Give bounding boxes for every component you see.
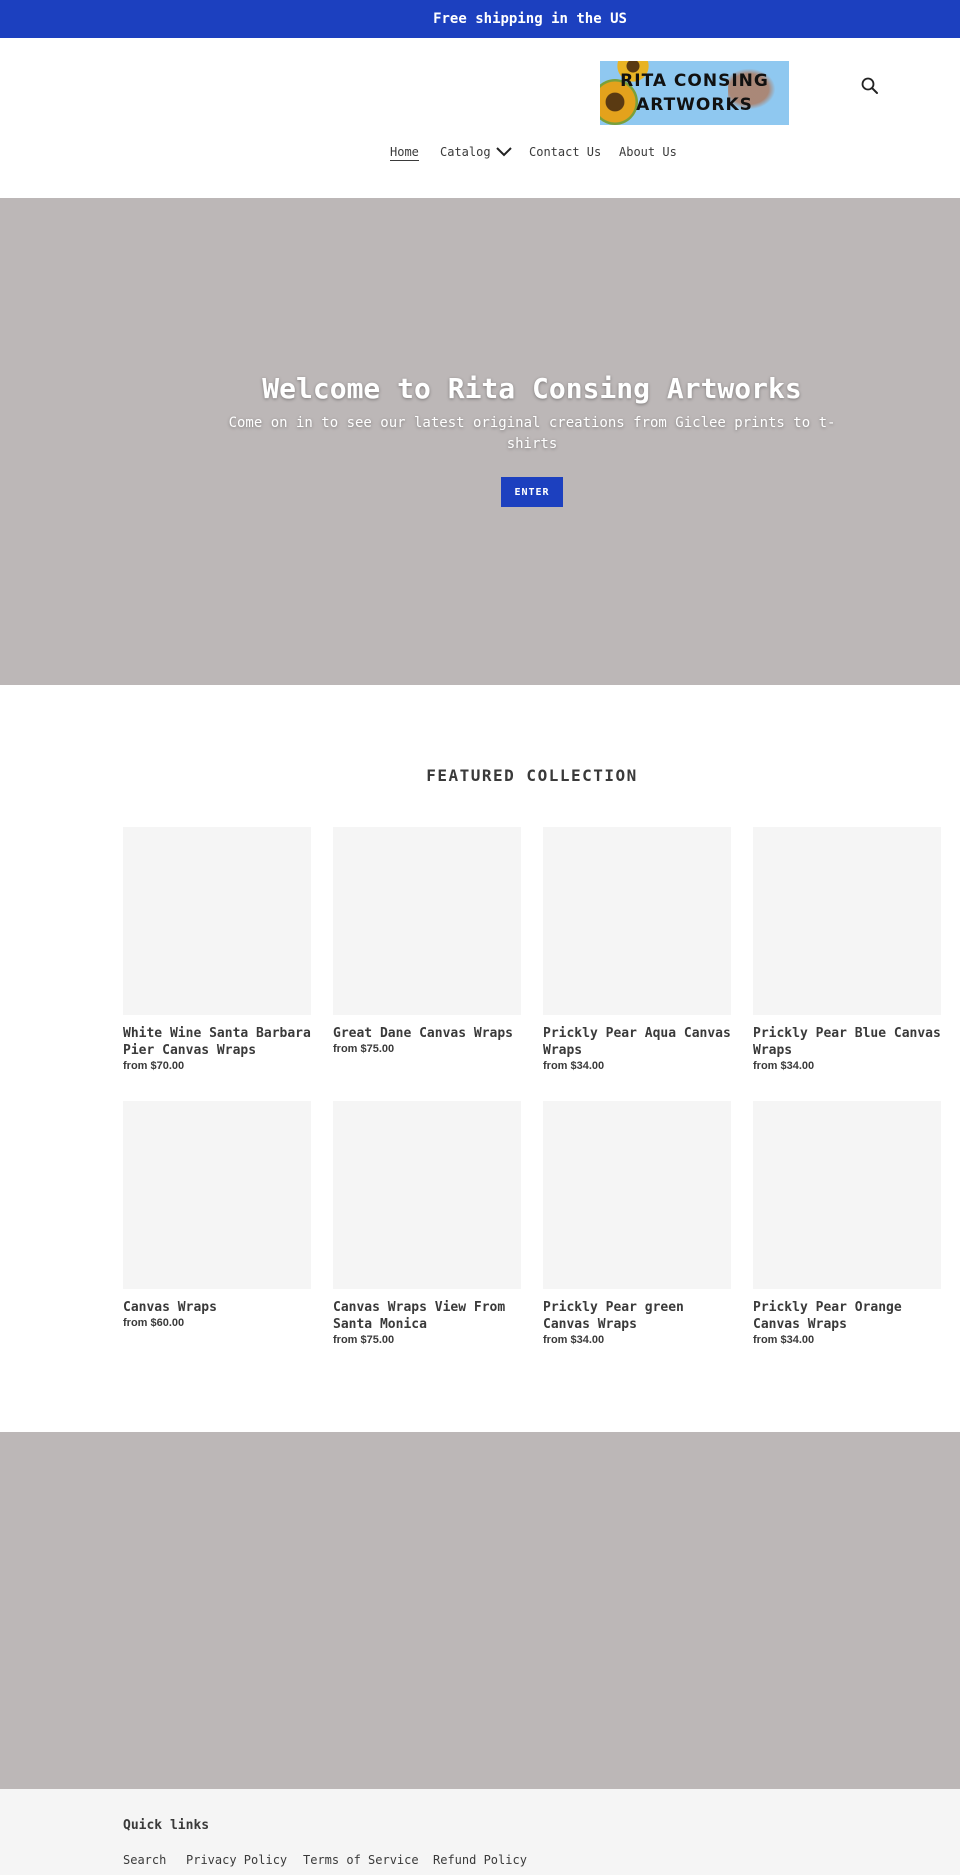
product-image-placeholder <box>543 1101 731 1289</box>
product-card[interactable]: Canvas Wraps View From Santa Monica from… <box>333 1101 521 1346</box>
hero-subtitle: Come on in to see our latest original cr… <box>228 415 836 452</box>
product-title: Prickly Pear Aqua Canvas Wraps <box>543 1026 731 1058</box>
hero-banner: Welcome to Rita Consing Artworks Come on… <box>0 198 960 685</box>
product-title: Prickly Pear Blue Canvas Wraps <box>753 1026 941 1058</box>
product-image-placeholder <box>543 827 731 1015</box>
product-price: from $34.00 <box>753 1334 815 1346</box>
site-header: RITA CONSING ARTWORKS Home Catalog Conta… <box>0 38 960 198</box>
announcement-text: Free shipping in the US <box>433 11 627 27</box>
product-image-placeholder <box>753 1101 941 1289</box>
product-image-placeholder <box>333 1101 521 1289</box>
product-card[interactable]: Prickly Pear Orange Canvas Wraps from $3… <box>753 1101 941 1346</box>
product-title: Prickly Pear Orange Canvas Wraps <box>753 1300 902 1332</box>
nav-item-label: About Us <box>619 145 677 159</box>
featured-collection-heading: FEATURED COLLECTION <box>426 766 638 785</box>
product-price: from $34.00 <box>543 1060 605 1072</box>
chevron-down-icon <box>495 147 512 157</box>
product-title: Canvas Wraps <box>123 1300 217 1315</box>
footer-heading: Quick links <box>123 1818 210 1833</box>
product-title: Canvas Wraps View From Santa Monica <box>333 1300 506 1332</box>
footer-link-refund-policy[interactable]: Refund Policy <box>433 1853 527 1867</box>
product-card[interactable]: Canvas Wraps from $60.00 <box>123 1101 311 1329</box>
nav-item-label: Catalog <box>440 145 491 159</box>
footer-link-terms-of-service[interactable]: Terms of Service <box>303 1853 419 1867</box>
nav-item-home[interactable]: Home <box>390 145 419 161</box>
product-price: from $60.00 <box>123 1317 185 1329</box>
product-price: from $70.00 <box>123 1060 185 1072</box>
image-banner-placeholder <box>0 1432 960 1789</box>
nav-item-contact-us[interactable]: Contact Us <box>529 145 601 159</box>
search-button[interactable] <box>860 76 880 96</box>
product-image-placeholder <box>333 827 521 1015</box>
product-card[interactable]: White Wine Santa Barbara Pier Canvas Wra… <box>123 827 311 1072</box>
logo-text-line-2: ARTWORKS <box>636 95 753 115</box>
enter-button[interactable]: ENTER <box>501 477 563 507</box>
product-image-placeholder <box>123 827 311 1015</box>
logo-text-line-1: RITA CONSING <box>620 71 769 91</box>
nav-item-label: Contact Us <box>529 145 602 159</box>
product-card[interactable]: Prickly Pear Aqua Canvas Wraps from $34.… <box>543 827 731 1072</box>
product-price: from $34.00 <box>753 1060 815 1072</box>
site-logo[interactable]: RITA CONSING ARTWORKS <box>600 61 789 125</box>
product-price: from $75.00 <box>333 1334 395 1346</box>
product-image-placeholder <box>753 827 941 1015</box>
footer-link-search[interactable]: Search <box>123 1853 166 1867</box>
product-price: from $34.00 <box>543 1334 605 1346</box>
product-title: White Wine Santa Barbara Pier Canvas Wra… <box>123 1026 311 1058</box>
product-image-placeholder <box>123 1101 311 1289</box>
search-icon <box>861 77 878 94</box>
nav-item-label: Home <box>390 145 419 161</box>
nav-item-catalog[interactable]: Catalog <box>440 145 512 159</box>
nav-item-about-us[interactable]: About Us <box>619 145 677 159</box>
hero-title: Welcome to Rita Consing Artworks <box>262 372 802 405</box>
product-title: Great Dane Canvas Wraps <box>333 1026 514 1041</box>
product-card[interactable]: Great Dane Canvas Wraps from $75.00 <box>333 827 521 1055</box>
product-price: from $75.00 <box>333 1043 395 1055</box>
product-card[interactable]: Prickly Pear Blue Canvas Wraps from $34.… <box>753 827 941 1072</box>
footer-link-privacy-policy[interactable]: Privacy Policy <box>186 1853 287 1867</box>
announcement-bar: Free shipping in the US <box>0 0 960 38</box>
site-footer: Quick links Search Privacy Policy Terms … <box>0 1789 960 1875</box>
product-title: Prickly Pear green Canvas Wraps <box>543 1300 684 1332</box>
main-nav: Home Catalog Contact Us About Us <box>0 145 960 171</box>
product-card[interactable]: Prickly Pear green Canvas Wraps from $34… <box>543 1101 731 1346</box>
